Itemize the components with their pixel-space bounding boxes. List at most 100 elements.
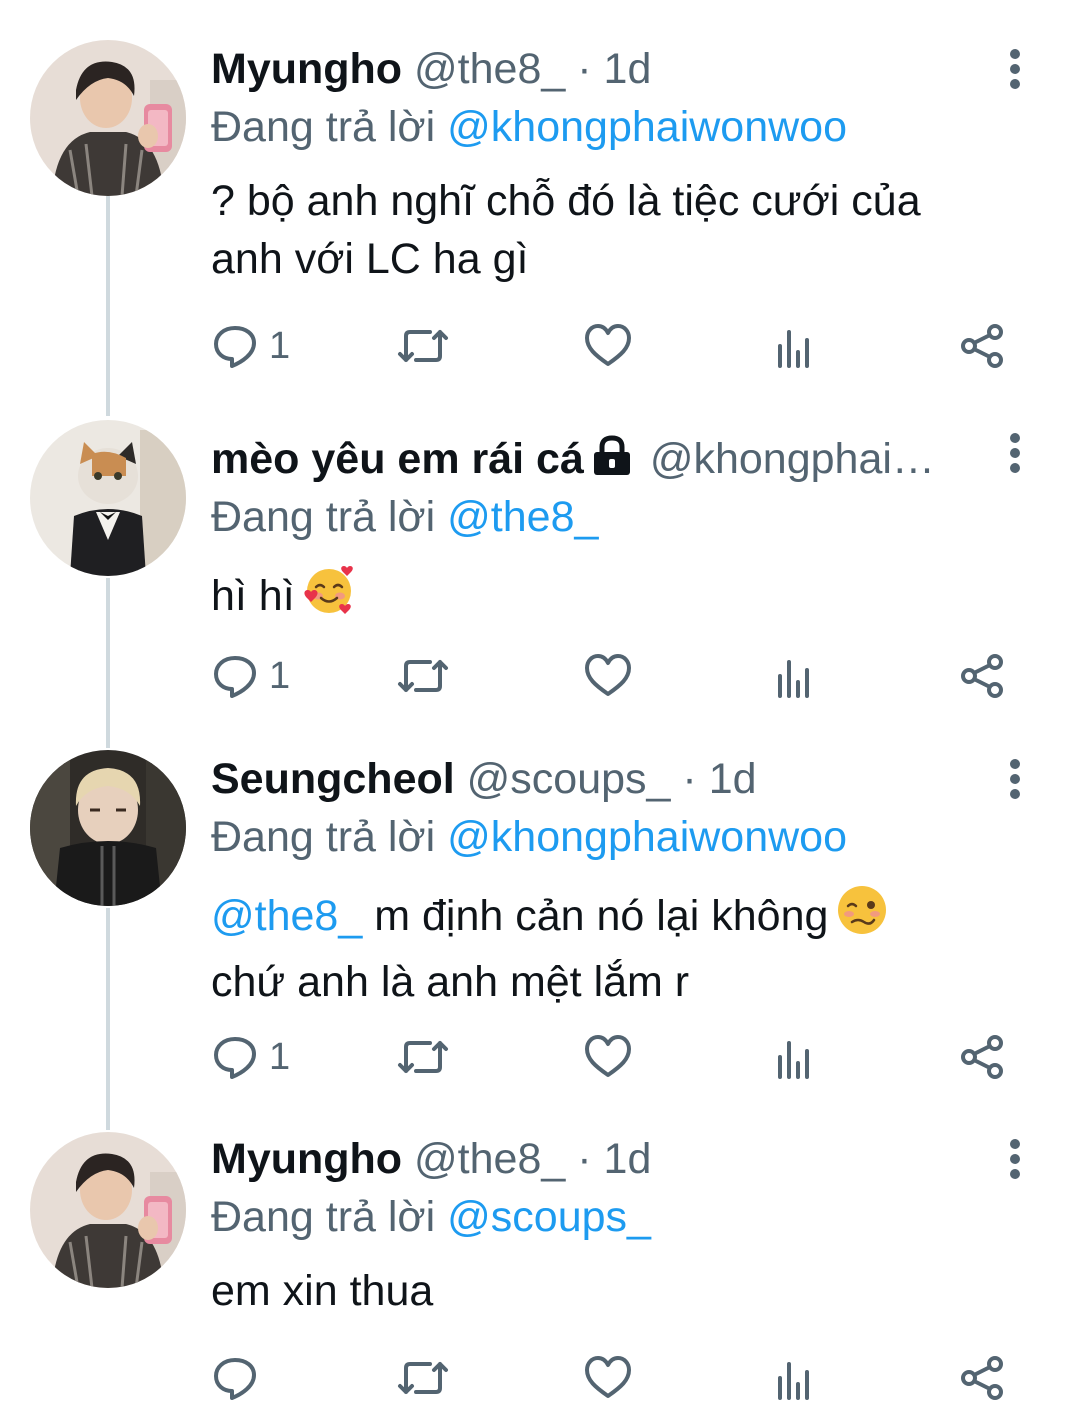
more-vertical-icon[interactable] [1000,40,1030,100]
replying-to: Đang trả lời @the8_ [211,488,1020,546]
retweet-icon [398,330,448,362]
more-vertical-icon[interactable] [1000,750,1030,810]
views-icon [778,660,809,698]
retweet-icon [398,1041,448,1073]
like-button[interactable] [583,1348,633,1408]
display-name[interactable]: Myungho [211,45,402,93]
views-button[interactable] [774,1027,814,1087]
retweet-icon [398,1362,448,1394]
tweet-text: hì hì [211,562,1020,633]
retweet-button[interactable] [396,646,450,706]
replying-to-label: Đang trả lời [211,1193,436,1241]
reply-button[interactable] [211,1348,269,1408]
share-button[interactable] [959,1027,1005,1087]
tweet-header: Seungcheol @scoups_ · 1d [211,750,1020,808]
views-icon [778,1362,809,1400]
avatar[interactable] [30,750,186,906]
heart-icon [585,324,631,366]
share-button[interactable] [959,316,1005,376]
retweet-button[interactable] [396,1027,450,1087]
replying-to: Đang trả lời @khongphaiwonwoo [211,98,1020,156]
reply-icon [214,1358,256,1400]
smiling-face-with-hearts-icon [301,562,357,633]
tweet-header: Myungho @the8_ · 1d [211,1130,1020,1188]
reply-count: 1 [269,654,291,697]
replying-to-label: Đang trả lời [211,103,436,151]
share-icon [961,1035,1003,1079]
views-button[interactable] [774,316,814,376]
replying-to: Đang trả lời @scoups_ [211,1188,1020,1246]
replying-to: Đang trả lời @khongphaiwonwoo [211,808,1020,866]
reply-button[interactable]: 1 [211,316,290,376]
tweet-text-line: em xin thua [211,1267,434,1315]
username[interactable]: @the8_ [414,45,565,93]
heart-icon [585,1035,631,1077]
tweet-actions [211,1348,1011,1408]
more-vertical-icon[interactable] [1000,424,1030,484]
like-button[interactable] [583,1027,633,1087]
timestamp[interactable]: 1d [709,755,757,803]
username[interactable]: @the8_ [414,1135,565,1183]
views-icon [778,1041,809,1079]
text-mention[interactable]: @the8_ [211,892,362,940]
tweet-actions: 1 [211,1027,1011,1087]
reply-icon [214,1037,256,1079]
retweet-button[interactable] [396,1348,450,1408]
tweet-actions: 1 [211,646,1011,706]
tweet[interactable]: Myungho @the8_ · 1d Đang trả lời @khongp… [0,0,1080,410]
replying-to-mention[interactable]: @khongphaiwonwoo [447,813,847,861]
reply-button[interactable]: 1 [211,646,290,706]
tweet[interactable]: mèo yêu em rái cá @khongphai… Đang trả l… [0,410,1080,740]
views-icon [778,330,809,368]
avatar[interactable] [30,1132,186,1288]
separator: · [682,755,697,803]
username[interactable]: @scoups_ [467,755,671,803]
replying-to-mention[interactable]: @the8_ [447,493,598,541]
share-icon [961,1356,1003,1400]
display-name[interactable]: Myungho [211,1135,402,1183]
like-button[interactable] [583,646,633,706]
lock-icon [590,434,634,488]
replying-to-mention[interactable]: @khongphaiwonwoo [447,103,847,151]
tweet[interactable]: Seungcheol @scoups_ · 1d Đang trả lời @k… [0,740,1080,1120]
tweet-text-segment: m định cản nó lại không [362,892,829,940]
share-button[interactable] [959,1348,1005,1408]
heart-icon [585,654,631,696]
views-button[interactable] [774,646,814,706]
display-name[interactable]: mèo yêu em rái cá [211,435,584,483]
share-button[interactable] [959,646,1005,706]
tweet-text-line: @the8_ m định cản nó lại không [211,882,1020,953]
tweet-text-line: ? bộ anh nghĩ chỗ đó là tiệc cưới của [211,177,921,225]
like-button[interactable] [583,316,633,376]
avatar[interactable] [30,420,186,576]
timestamp[interactable]: 1d [604,1135,652,1183]
tweet-text: ? bộ anh nghĩ chỗ đó là tiệc cưới của an… [211,172,1020,288]
separator: · [577,1135,592,1183]
replying-to-label: Đang trả lời [211,493,436,541]
replying-to-mention[interactable]: @scoups_ [447,1193,651,1241]
replying-to-label: Đang trả lời [211,813,436,861]
tweet-text: em xin thua [211,1262,1020,1320]
heart-icon [585,1356,631,1398]
retweet-icon [398,660,448,692]
tweet-text-line: hì hì [211,572,295,620]
reply-button[interactable]: 1 [211,1027,290,1087]
display-name[interactable]: Seungcheol [211,755,455,803]
share-icon [961,654,1003,698]
username[interactable]: @khongphai… [650,435,935,483]
reply-icon [214,326,256,368]
reply-count: 1 [269,324,291,367]
timestamp[interactable]: 1d [604,45,652,93]
tweet-text-line: chứ anh là anh mệt lắm r [211,958,690,1006]
tweet-header: Myungho @the8_ · 1d [211,40,1020,98]
separator: · [577,45,592,93]
reply-count: 1 [269,1035,291,1078]
views-button[interactable] [774,1348,814,1408]
tweet[interactable]: Myungho @the8_ · 1d Đang trả lời @scoups… [0,1120,1080,1405]
tweet-text: @the8_ m định cản nó lại không chứ anh l… [211,882,1020,1011]
retweet-button[interactable] [396,316,450,376]
tweet-header: mèo yêu em rái cá @khongphai… [211,430,1020,488]
more-vertical-icon[interactable] [1000,1130,1030,1190]
woozy-face-icon [834,882,890,953]
avatar[interactable] [30,40,186,196]
